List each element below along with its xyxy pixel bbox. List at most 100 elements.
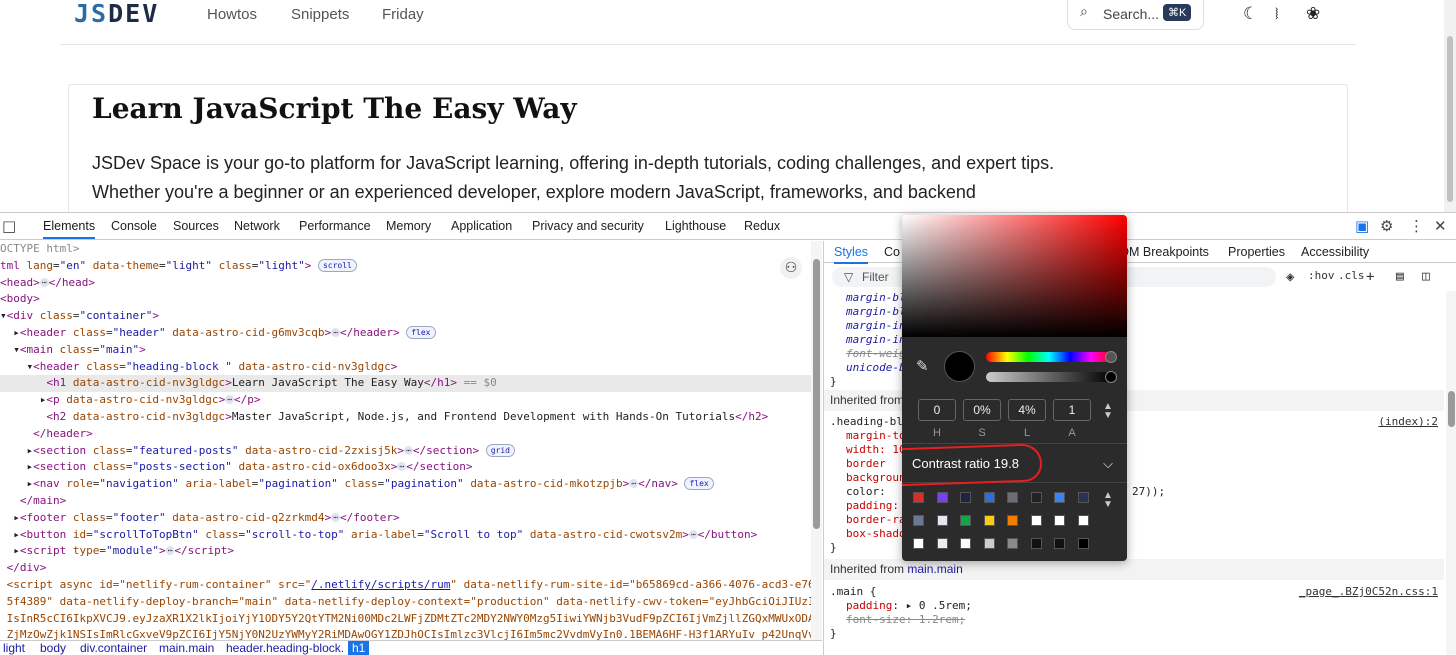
palette-swatch[interactable] bbox=[936, 492, 948, 503]
styles-scrollbar[interactable] bbox=[1446, 291, 1456, 655]
dom-line[interactable]: <script async id="netlify-rum-container"… bbox=[0, 577, 822, 594]
tab-redux[interactable]: Redux bbox=[744, 219, 780, 233]
github-icon[interactable]: ❀ bbox=[1306, 4, 1320, 24]
chevron-down-icon[interactable]: ⌵ bbox=[1103, 444, 1113, 484]
dom-line[interactable]: </div> bbox=[0, 560, 822, 577]
tab-computed[interactable]: Co bbox=[884, 245, 900, 259]
elements-tree[interactable]: OCTYPE html> tml lang="en" data-theme="l… bbox=[0, 241, 822, 641]
saturation-input[interactable]: 0% bbox=[963, 399, 1001, 421]
ai-assist-icon[interactable]: ▣ bbox=[1355, 217, 1369, 235]
dom-line[interactable]: ▸<header class="header" data-astro-cid-g… bbox=[0, 325, 822, 342]
crumb-item[interactable]: light bbox=[3, 641, 25, 655]
format-switch-icon[interactable]: ▲ ▼ bbox=[1103, 402, 1113, 421]
accessibility-tree-icon[interactable]: ⚇ bbox=[780, 257, 802, 279]
hue-handle[interactable] bbox=[1105, 351, 1117, 363]
crumb-item[interactable]: header.heading-block. bbox=[226, 641, 344, 655]
nav-friday[interactable]: Friday bbox=[382, 6, 424, 23]
nav-howtos[interactable]: Howtos bbox=[207, 6, 257, 23]
nav-snippets[interactable]: Snippets bbox=[291, 6, 349, 23]
crumb-item[interactable]: div.container bbox=[80, 641, 147, 655]
new-rule-icon[interactable]: + bbox=[1366, 269, 1374, 285]
dom-line[interactable]: IsInR5cCI6IkpXVCJ9.eyJzaXR1X2lkIjoiYjY1O… bbox=[0, 611, 822, 628]
palette-swatch[interactable] bbox=[960, 492, 971, 503]
palette-swatch[interactable] bbox=[1030, 492, 1042, 503]
alpha-slider[interactable] bbox=[986, 372, 1112, 382]
dom-line[interactable]: ▾<main class="main"> bbox=[0, 342, 822, 359]
hue-slider[interactable] bbox=[986, 352, 1112, 362]
palette-swatch[interactable] bbox=[1030, 538, 1042, 549]
dom-line[interactable]: <body> bbox=[0, 291, 822, 308]
close-icon[interactable]: ✕ bbox=[1434, 217, 1447, 235]
tab-lighthouse[interactable]: Lighthouse bbox=[665, 219, 726, 233]
palette-swatch[interactable] bbox=[936, 515, 948, 526]
lightness-input[interactable]: 4% bbox=[1008, 399, 1046, 421]
device-toolbar-icon[interactable]: □ bbox=[2, 217, 16, 235]
palette-swatch[interactable] bbox=[1077, 515, 1089, 526]
source-link[interactable]: _page_.BZj0C52n.css:1 bbox=[1299, 585, 1438, 599]
rule-selector[interactable]: .heading-blo bbox=[830, 415, 909, 429]
palette-swatch[interactable] bbox=[1054, 515, 1065, 526]
tab-application[interactable]: Application bbox=[451, 219, 512, 233]
tab-memory[interactable]: Memory bbox=[386, 219, 431, 233]
inherited-link[interactable]: main.main bbox=[907, 562, 962, 576]
dom-line[interactable]: 5f4389" data-netlify-deploy-branch="main… bbox=[0, 594, 822, 611]
crumb-item[interactable]: body bbox=[40, 641, 66, 655]
dom-line[interactable]: </main> bbox=[0, 493, 822, 510]
settings-gear-icon[interactable]: ⚙ bbox=[1380, 217, 1393, 235]
dom-line[interactable]: ▾<header class="heading-block " data-ast… bbox=[0, 359, 822, 376]
palette-swatch[interactable] bbox=[1007, 515, 1018, 526]
dom-line[interactable]: ▸<section class="posts-section" data-ast… bbox=[0, 459, 822, 476]
palette-swatch[interactable] bbox=[983, 515, 995, 526]
tab-console[interactable]: Console bbox=[111, 219, 157, 233]
palette-swatch[interactable] bbox=[1077, 538, 1089, 549]
page-scrollbar[interactable] bbox=[1444, 0, 1456, 212]
dom-line-selected[interactable]: <h1 data-astro-cid-nv3gldgc>Learn JavaSc… bbox=[0, 375, 822, 393]
palette-swatch[interactable] bbox=[960, 515, 971, 526]
dom-line[interactable]: tml lang="en" data-theme="light" class="… bbox=[0, 258, 822, 275]
layers-icon[interactable]: ◈ bbox=[1286, 269, 1294, 285]
tab-performance[interactable]: Performance bbox=[299, 219, 371, 233]
palette-swatch[interactable] bbox=[913, 515, 924, 526]
contrast-ratio-row[interactable]: Contrast ratio 19.8 ⌵ bbox=[902, 443, 1127, 487]
palette-swatch[interactable] bbox=[983, 492, 995, 503]
elements-scrollbar[interactable] bbox=[811, 241, 822, 641]
tab-privacy[interactable]: Privacy and security bbox=[532, 219, 644, 233]
palette-swatch[interactable] bbox=[960, 538, 971, 549]
palette-switch-icon[interactable]: ▲ ▼ bbox=[1103, 491, 1113, 510]
tab-network[interactable]: Network bbox=[234, 219, 280, 233]
palette-swatch[interactable] bbox=[936, 538, 948, 549]
sidebar-toggle-icon[interactable]: ◫ bbox=[1422, 269, 1430, 284]
dom-line[interactable]: OCTYPE html> bbox=[0, 241, 822, 258]
tab-dom-breakpoints[interactable]: DM Breakpoints bbox=[1120, 245, 1209, 259]
alpha-handle[interactable] bbox=[1105, 371, 1117, 383]
dom-line[interactable]: ▸<script type="module"> ⋯ </script> bbox=[0, 543, 822, 560]
source-link[interactable]: (index):2 bbox=[1378, 415, 1438, 429]
tab-styles[interactable]: Styles bbox=[834, 245, 869, 264]
dom-line[interactable]: <h2 data-astro-cid-nv3gldgc>Master JavaS… bbox=[0, 409, 822, 426]
scroll-badge[interactable]: scroll bbox=[317, 258, 357, 272]
alpha-input[interactable]: 1 bbox=[1053, 399, 1091, 421]
hov-toggle[interactable]: :hov bbox=[1308, 269, 1335, 282]
palette-swatch[interactable] bbox=[1030, 515, 1042, 526]
palette-swatch[interactable] bbox=[913, 538, 924, 549]
tab-elements[interactable]: Elements bbox=[43, 219, 96, 239]
dom-line[interactable]: ▸<nav role="navigation" aria-label="pagi… bbox=[0, 476, 822, 493]
palette-swatch[interactable] bbox=[1007, 492, 1018, 503]
palette-swatch[interactable] bbox=[913, 492, 924, 503]
palette-swatch[interactable] bbox=[1054, 492, 1065, 503]
eyedropper-icon[interactable]: ✎ bbox=[916, 357, 929, 375]
computed-toggle-icon[interactable]: ▤ bbox=[1396, 269, 1404, 284]
dom-line[interactable]: ZjMzOwZjk1NSIsImRlcGxveV9pZCI6IjY5NjY0N2… bbox=[0, 627, 822, 641]
palette-swatch[interactable] bbox=[1007, 538, 1018, 549]
palette-swatch[interactable] bbox=[1054, 538, 1065, 549]
tab-accessibility[interactable]: Accessibility bbox=[1301, 245, 1369, 259]
dom-line[interactable]: ▸<p data-astro-cid-nv3gldgc> ⋯ </p> bbox=[0, 392, 822, 409]
hue-input[interactable]: 0 bbox=[918, 399, 956, 421]
dom-line[interactable]: ▸<section class="featured-posts" data-as… bbox=[0, 443, 822, 460]
palette-swatch[interactable] bbox=[1077, 492, 1089, 503]
more-menu-icon[interactable]: ⋮ bbox=[1409, 217, 1424, 235]
saturation-lightness-area[interactable] bbox=[902, 215, 1127, 337]
theme-toggle-icon[interactable]: ☾ bbox=[1243, 4, 1258, 24]
tab-properties[interactable]: Properties bbox=[1228, 245, 1285, 259]
search-button[interactable]: ⌕ Search... ⌘K bbox=[1067, 0, 1204, 30]
